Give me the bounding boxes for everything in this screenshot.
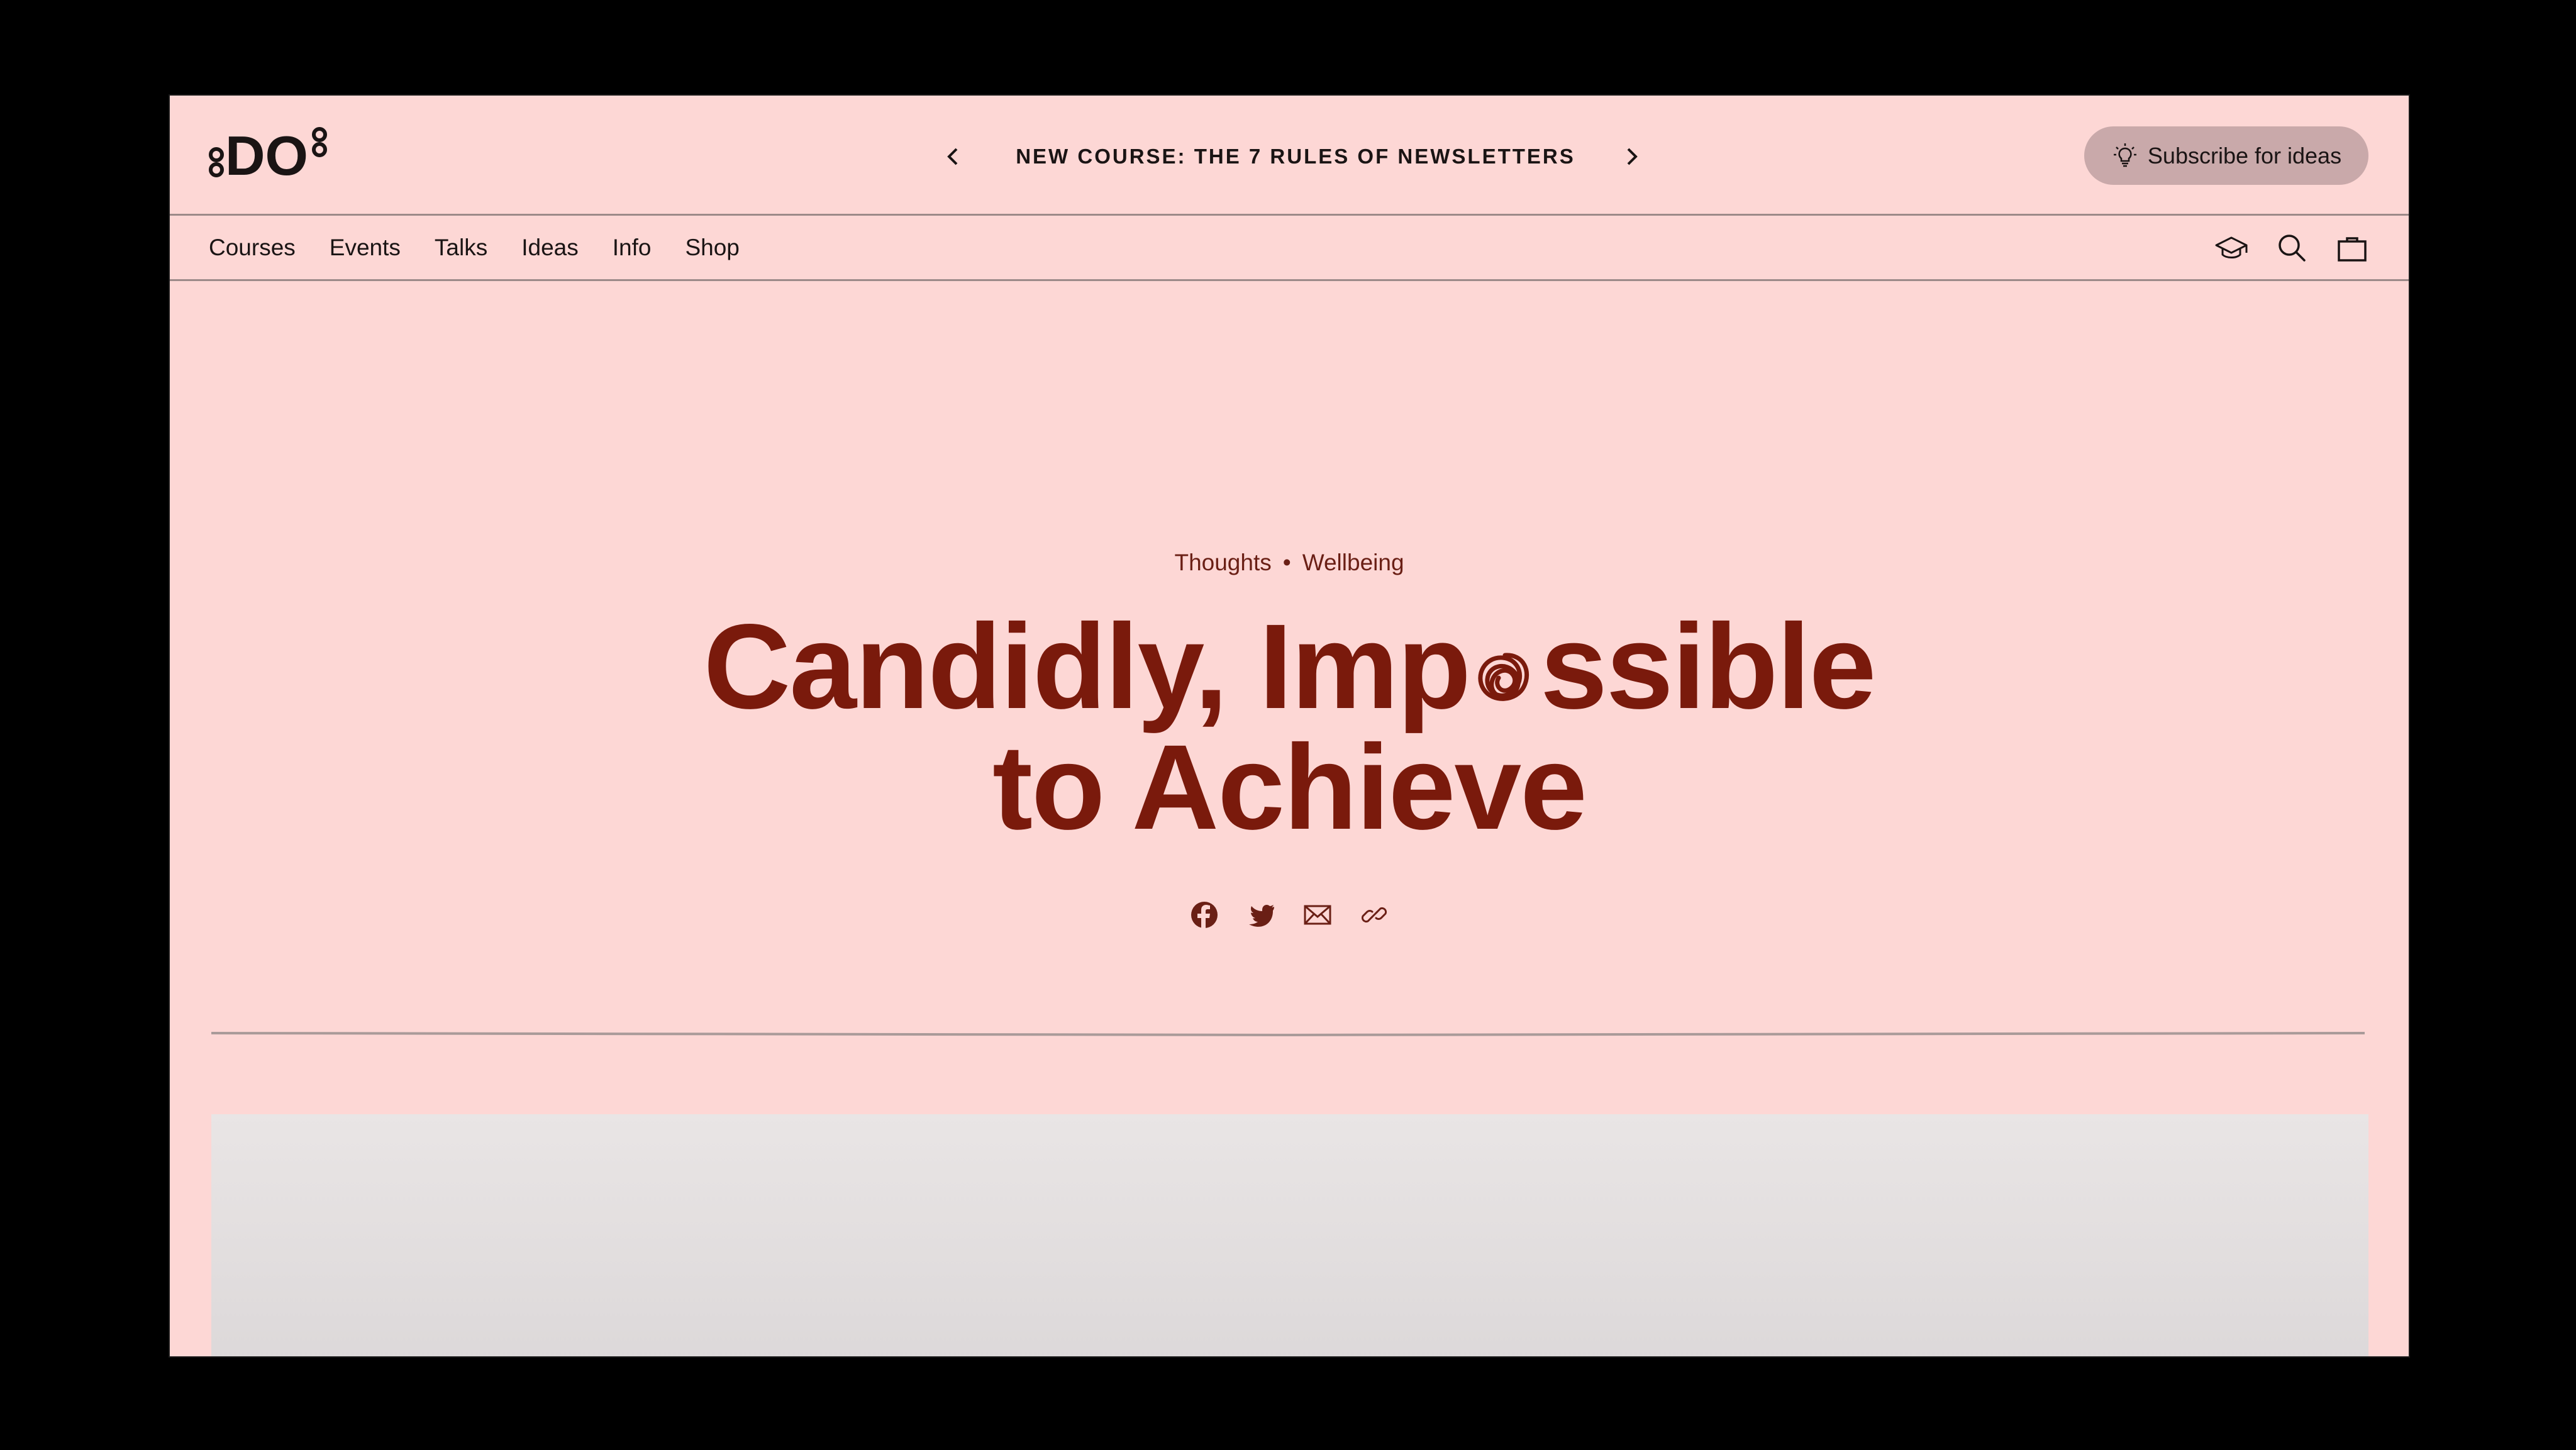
subscribe-label: Subscribe for ideas: [2147, 142, 2342, 169]
subscribe-button[interactable]: Subscribe for ideas: [2084, 126, 2368, 185]
twitter-icon[interactable]: [1245, 899, 1277, 931]
shopping-bag-icon[interactable]: [2334, 230, 2370, 265]
browser-page: DO NEW COURSE: THE 7 RULES OF NEWSLETTER…: [169, 94, 2410, 1358]
nav-links: Courses Events Talks Ideas Info Shop: [209, 216, 740, 279]
nav-item-shop[interactable]: Shop: [685, 235, 739, 261]
nav-item-info[interactable]: Info: [613, 235, 652, 261]
nav-icons: [2214, 216, 2370, 279]
facebook-icon[interactable]: [1189, 899, 1220, 931]
graduation-cap-icon[interactable]: [2214, 230, 2249, 265]
title-part-2: ssible: [1540, 599, 1876, 734]
chevron-left-icon[interactable]: [937, 141, 969, 172]
chevron-right-icon[interactable]: [1616, 141, 1648, 172]
email-icon[interactable]: [1302, 899, 1333, 931]
title-part-1: Candidly, Imp: [703, 599, 1472, 734]
lightbulb-icon: [2113, 143, 2136, 167]
main-nav: Courses Events Talks Ideas Info Shop: [170, 216, 2409, 281]
section-divider: [211, 1032, 2365, 1036]
announcement-bar: NEW COURSE: THE 7 RULES OF NEWSLETTERS: [170, 96, 2409, 214]
article-title: Candidly, Imp ssible to Achieve: [170, 606, 2409, 848]
title-line-1: Candidly, Imp ssible: [170, 606, 2409, 727]
scribble-o-icon: [1478, 653, 1530, 701]
nav-item-talks[interactable]: Talks: [435, 235, 487, 261]
tag-separator: •: [1282, 550, 1291, 575]
share-buttons: [170, 899, 2409, 931]
article-hero-image: [211, 1114, 2368, 1356]
article-tags: Thoughts • Wellbeing: [170, 550, 2409, 576]
nav-item-events[interactable]: Events: [330, 235, 401, 261]
top-bar: DO NEW COURSE: THE 7 RULES OF NEWSLETTER…: [170, 96, 2409, 216]
tag-thoughts[interactable]: Thoughts: [1174, 550, 1271, 575]
link-icon[interactable]: [1358, 899, 1390, 931]
nav-item-courses[interactable]: Courses: [209, 235, 296, 261]
tag-wellbeing[interactable]: Wellbeing: [1302, 550, 1404, 575]
announcement-text[interactable]: NEW COURSE: THE 7 RULES OF NEWSLETTERS: [987, 141, 1604, 172]
title-line-2: to Achieve: [992, 719, 1587, 855]
nav-item-ideas[interactable]: Ideas: [521, 235, 579, 261]
search-icon[interactable]: [2274, 230, 2309, 265]
